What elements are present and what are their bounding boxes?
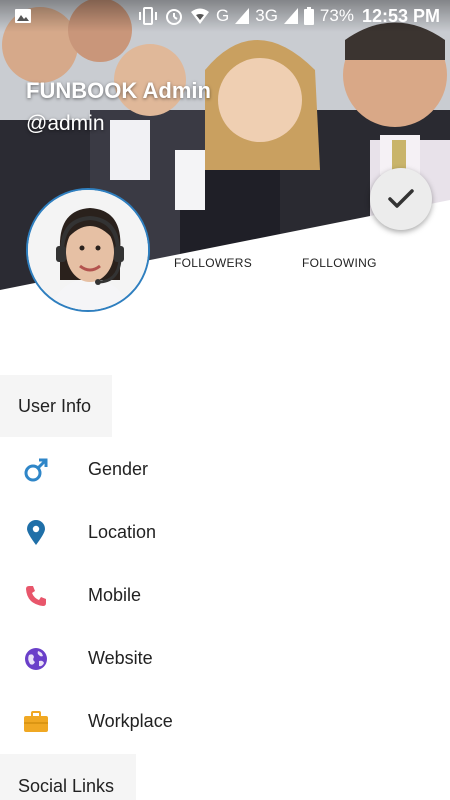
info-label-mobile: Mobile (88, 585, 142, 605)
battery-percent: 73% (319, 6, 354, 25)
wifi-icon (190, 7, 210, 25)
alarm-icon (164, 6, 184, 26)
clock: 12:53 PM (361, 5, 440, 26)
vibrate-icon (138, 7, 158, 25)
info-item-gender[interactable]: Gender (0, 438, 450, 501)
signal-icon (235, 8, 250, 24)
follow-check-button[interactable] (370, 168, 432, 230)
check-icon (388, 189, 414, 208)
info-item-mobile[interactable]: Mobile (0, 564, 450, 627)
user-info-title: User Info (18, 395, 92, 416)
battery-icon (303, 7, 314, 25)
followers-label[interactable]: FOLLOWERS (174, 256, 252, 270)
info-item-workplace[interactable]: Workplace (0, 690, 450, 753)
avatar[interactable] (26, 188, 150, 312)
info-item-website[interactable]: Website (0, 627, 450, 690)
network-3g-label: 3G (255, 6, 278, 25)
profile-handle: @admin (26, 112, 105, 135)
globe-icon (22, 645, 50, 673)
social-links-title: Social Links (18, 776, 115, 796)
avatar-image (28, 190, 148, 310)
user-info-header: User Info (0, 375, 112, 437)
profile-title: FUNBOOK Admin @admin (26, 78, 211, 136)
location-pin-icon (22, 519, 50, 547)
info-label-website: Website (88, 648, 153, 668)
signal-icon (283, 8, 298, 24)
status-bar: G 3G 73% 12:53 PM (0, 0, 450, 32)
phone-icon (22, 582, 50, 610)
following-label[interactable]: FOLLOWING (302, 256, 377, 270)
info-label-location: Location (88, 522, 157, 542)
info-label-workplace: Workplace (88, 711, 173, 731)
male-icon (22, 456, 50, 484)
social-links-header: Social Links (0, 754, 136, 800)
profile-name: FUNBOOK Admin (26, 78, 211, 103)
image-icon (14, 7, 32, 25)
profile-stats: FOLLOWERS FOLLOWING (174, 256, 377, 270)
info-item-location[interactable]: Location (0, 501, 450, 564)
briefcase-icon (22, 708, 50, 736)
network-g-label: G (216, 6, 230, 25)
info-label-gender: Gender (88, 459, 149, 479)
